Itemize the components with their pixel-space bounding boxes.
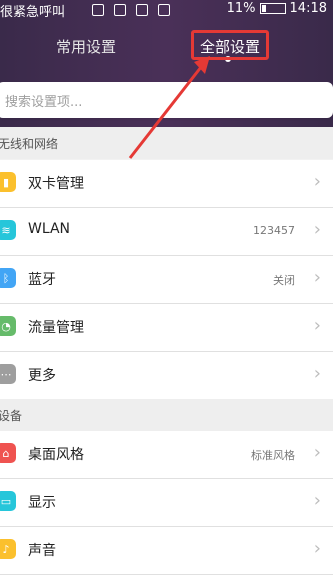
section-wireless: 无线和网络 [0,127,333,159]
sound-icon: ♪ [0,539,16,559]
header: 很紧急呼叫 11% 14:18 常用设置 全部设置 搜索设置项... [0,0,333,127]
home-icon: ⌂ [0,443,16,463]
row-title: 桌面风格 [28,447,84,463]
row-title: WLAN [28,221,71,237]
search-field[interactable]: 搜索设置项... [0,82,333,118]
row-title: 蓝牙 [28,272,56,288]
chevron-right-icon: › [313,219,321,240]
wifi-icon: ≋ [0,220,16,240]
status-icons [92,2,232,16]
section-device: 设备 [0,399,333,431]
row-title: 声音 [28,543,56,559]
row-title: 显示 [28,495,56,511]
row-data-usage[interactable]: ◔ 流量管理 › [0,304,333,352]
more-icon: ⋯ [0,364,16,384]
bluetooth-icon: ᛒ [0,268,16,288]
display-icon: ▭ [0,491,16,511]
row-sound[interactable]: ♪ 声音 › [0,527,333,575]
clock: 14:18 [289,1,327,16]
section-label-device: 设备 [0,409,23,423]
chevron-right-icon: › [313,171,321,192]
row-more[interactable]: ⋯ 更多 › [0,352,333,400]
row-value: 标准风格 [251,449,295,462]
row-title: 流量管理 [28,320,84,336]
chevron-right-icon: › [313,363,321,384]
row-title: 更多 [28,368,56,384]
chevron-right-icon: › [313,490,321,511]
signal-icon [136,3,149,16]
row-wlan[interactable]: ≋ WLAN 123457 › [0,208,333,256]
data-usage-icon: ◔ [0,316,16,336]
chevron-right-icon: › [313,267,321,288]
battery-icon [259,3,286,14]
status-bar: 很紧急呼叫 11% 14:18 [0,0,333,20]
row-dual-sim[interactable]: ▮ 双卡管理 › [0,160,333,208]
tab-bar: 常用设置 全部设置 [0,32,333,62]
row-value: 123457 [253,224,295,237]
row-value: 关闭 [273,274,295,287]
highlight-box [191,30,269,60]
section-label-wireless: 无线和网络 [0,137,59,151]
notification-icon [158,3,171,16]
chevron-right-icon: › [313,315,321,336]
status-right: 11% 14:18 [227,1,327,16]
battery-percent: 11% [226,1,256,16]
search-placeholder: 搜索设置项... [5,95,83,110]
sim-icon: ▮ [0,172,16,192]
emergency-text: 很紧急呼叫 [0,5,66,20]
chevron-right-icon: › [313,442,321,463]
row-launcher-style[interactable]: ⌂ 桌面风格 标准风格 › [0,431,333,479]
wifi-status-icon [92,3,104,16]
tab-common-settings[interactable]: 常用设置 [56,36,116,57]
chevron-right-icon: › [313,538,321,559]
row-display[interactable]: ▭ 显示 › [0,479,333,527]
sim-status-icon [114,3,127,16]
row-title: 双卡管理 [28,176,84,192]
row-bluetooth[interactable]: ᛒ 蓝牙 关闭 › [0,256,333,304]
